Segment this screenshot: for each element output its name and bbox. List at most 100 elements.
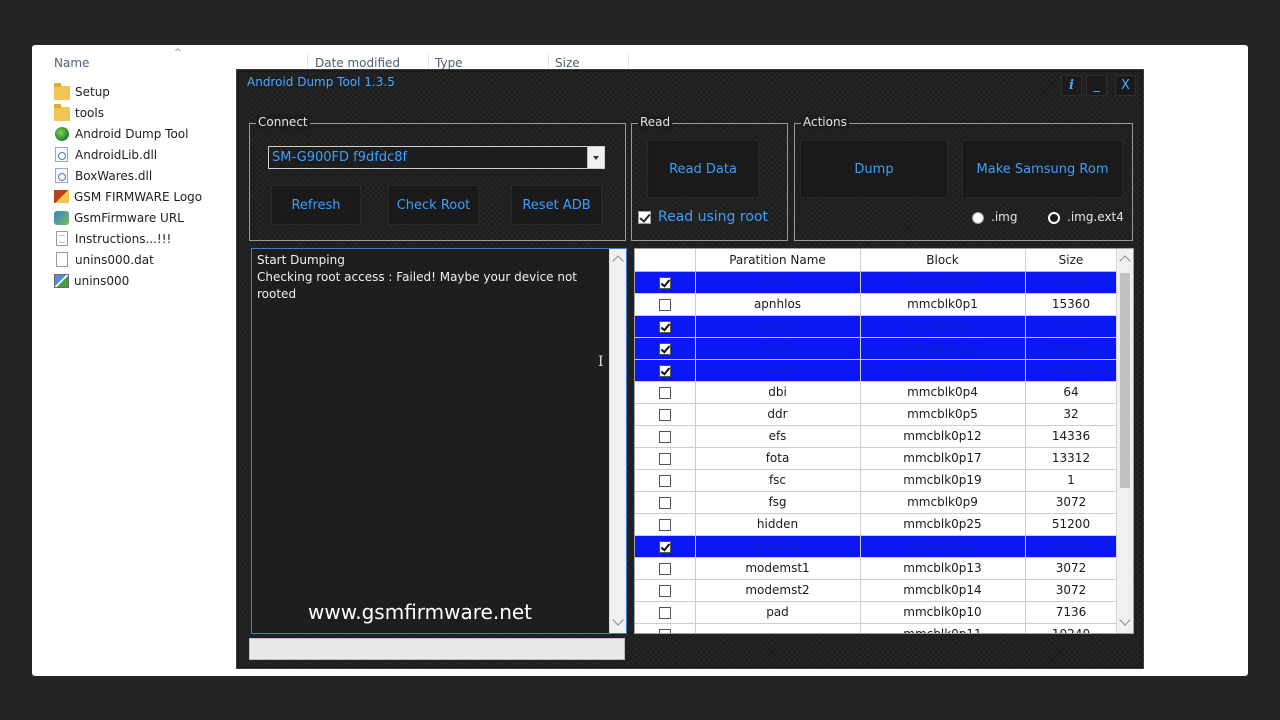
read-using-root-checkbox[interactable] [638, 211, 651, 224]
row-checkbox-cell[interactable] [635, 447, 696, 470]
column-type[interactable]: Type [435, 56, 463, 70]
check-root-button[interactable]: Check Root [388, 185, 479, 225]
img-ext4-radio-label[interactable]: .img.ext4 [1067, 210, 1124, 224]
device-select[interactable]: SM-G900FD f9dfdc8f [268, 146, 605, 169]
file-item-tools[interactable]: tools [54, 102, 202, 123]
row-checkbox-cell[interactable] [635, 623, 696, 633]
row-checkbox-cell[interactable] [635, 469, 696, 492]
row-checkbox-cell[interactable] [635, 491, 696, 514]
image-icon [54, 190, 69, 203]
row-checkbox-cell[interactable] [635, 579, 696, 602]
column-partition-name[interactable]: Paratition Name [695, 249, 861, 272]
dump-button[interactable]: Dump [800, 140, 948, 198]
file-item-gsm-url[interactable]: GsmFirmware URL [54, 207, 202, 228]
table-row[interactable]: aboot mmcblk0p6 2048 [635, 271, 1118, 294]
row-checkbox[interactable] [658, 320, 671, 333]
column-date-modified[interactable]: Date modified [315, 56, 400, 70]
row-checkbox[interactable] [658, 628, 671, 633]
table-row[interactable]: efs mmcblk0p12 14336 [635, 425, 1118, 448]
row-checkbox-cell[interactable] [635, 381, 696, 404]
table-row[interactable]: fota mmcblk0p17 13312 [635, 447, 1118, 470]
table-row[interactable]: fsc mmcblk0p19 1 [635, 469, 1118, 492]
file-item-android-dump-tool[interactable]: Android Dump Tool [54, 123, 202, 144]
column-check[interactable] [635, 249, 696, 272]
row-checkbox[interactable] [658, 496, 671, 509]
table-row[interactable]: pad mmcblk0p10 7136 [635, 601, 1118, 624]
row-checkbox-cell[interactable] [635, 293, 696, 316]
row-checkbox[interactable] [658, 452, 671, 465]
row-checkbox[interactable] [658, 518, 671, 531]
reset-adb-button[interactable]: Reset ADB [511, 185, 602, 225]
table-row[interactable]: ddr mmcblk0p5 32 [635, 403, 1118, 426]
table-row[interactable]: boot mmcblk0p15 13312 [635, 337, 1118, 360]
file-item-androidlib[interactable]: AndroidLib.dll [54, 144, 202, 165]
make-samsung-rom-button[interactable]: Make Samsung Rom [962, 140, 1123, 198]
app-icon [55, 126, 69, 141]
row-checkbox[interactable] [658, 298, 671, 311]
row-checkbox-cell[interactable] [635, 359, 696, 382]
log-output[interactable]: Start Dumping Checking root access : Fai… [251, 248, 627, 634]
column-block[interactable]: Block [860, 249, 1026, 272]
info-button[interactable]: i [1061, 75, 1082, 96]
column-size[interactable]: Size [1025, 249, 1118, 272]
row-checkbox[interactable] [658, 276, 671, 289]
close-button[interactable]: X [1115, 75, 1136, 96]
grid-scrollbar[interactable] [1116, 249, 1133, 633]
row-checkbox[interactable] [658, 342, 671, 355]
scroll-down-icon[interactable] [612, 614, 624, 626]
row-checkbox-cell[interactable] [635, 535, 696, 558]
row-checkbox[interactable] [658, 386, 671, 399]
table-row[interactable]: modemst2 mmcblk0p14 3072 [635, 579, 1118, 602]
table-row[interactable]: mmcblk0p11 10240 [635, 623, 1118, 633]
column-name[interactable]: Name [54, 56, 89, 70]
table-row[interactable]: cache mmcblk0p24 204800 [635, 359, 1118, 382]
scroll-down-icon[interactable] [1119, 614, 1131, 626]
file-item-setup[interactable]: Setup [54, 81, 202, 102]
row-checkbox-cell[interactable] [635, 557, 696, 580]
minimize-button[interactable]: _ [1086, 75, 1107, 96]
row-checkbox-cell[interactable] [635, 425, 696, 448]
img-radio[interactable] [972, 212, 984, 224]
row-checkbox[interactable] [658, 606, 671, 619]
row-checkbox[interactable] [658, 364, 671, 377]
row-checkbox-cell[interactable] [635, 271, 696, 294]
row-checkbox[interactable] [658, 408, 671, 421]
table-row[interactable]: modem mmcblk0p2 88816 [635, 535, 1118, 558]
row-checkbox-cell[interactable] [635, 513, 696, 536]
column-size[interactable]: Size [555, 56, 580, 70]
read-data-button[interactable]: Read Data [647, 140, 759, 198]
img-ext4-radio[interactable] [1048, 212, 1060, 224]
file-item-instructions[interactable]: Instructions...!!! [54, 228, 202, 249]
size-cell: 3072 [1025, 491, 1118, 514]
chevron-down-icon[interactable] [587, 147, 604, 168]
block-cell: mmcblk0p2 [860, 535, 1026, 558]
file-item-gsm-logo[interactable]: GSM FIRMWARE Logo [54, 186, 202, 207]
table-row[interactable]: hidden mmcblk0p25 51200 [635, 513, 1118, 536]
log-line: Start Dumping [257, 253, 345, 267]
row-checkbox[interactable] [658, 430, 671, 443]
row-checkbox-cell[interactable] [635, 337, 696, 360]
read-using-root-label[interactable]: Read using root [658, 209, 768, 225]
row-checkbox[interactable] [658, 584, 671, 597]
table-row[interactable]: modemst1 mmcblk0p13 3072 [635, 557, 1118, 580]
scroll-up-icon[interactable] [1119, 255, 1131, 267]
row-checkbox-cell[interactable] [635, 315, 696, 338]
row-checkbox[interactable] [658, 562, 671, 575]
row-checkbox[interactable] [658, 474, 671, 487]
window-body: Android Dump Tool 1.3.5 i _ X Connect SM… [239, 72, 1141, 666]
row-checkbox-cell[interactable] [635, 403, 696, 426]
table-row[interactable]: backup mmcblk0p18 7159 [635, 315, 1118, 338]
file-item-unins-dat[interactable]: unins000.dat [54, 249, 202, 270]
log-scrollbar[interactable] [609, 249, 626, 633]
table-row[interactable]: apnhlos mmcblk0p1 15360 [635, 293, 1118, 316]
table-row[interactable]: fsg mmcblk0p9 3072 [635, 491, 1118, 514]
row-checkbox[interactable] [658, 540, 671, 553]
scroll-thumb[interactable] [1120, 273, 1130, 488]
file-item-unins[interactable]: unins000 [54, 270, 202, 291]
img-radio-label[interactable]: .img [991, 210, 1017, 224]
file-item-boxwares[interactable]: BoxWares.dll [54, 165, 202, 186]
row-checkbox-cell[interactable] [635, 601, 696, 624]
refresh-button[interactable]: Refresh [271, 185, 361, 225]
table-row[interactable]: dbi mmcblk0p4 64 [635, 381, 1118, 404]
scroll-up-icon[interactable] [612, 255, 624, 267]
